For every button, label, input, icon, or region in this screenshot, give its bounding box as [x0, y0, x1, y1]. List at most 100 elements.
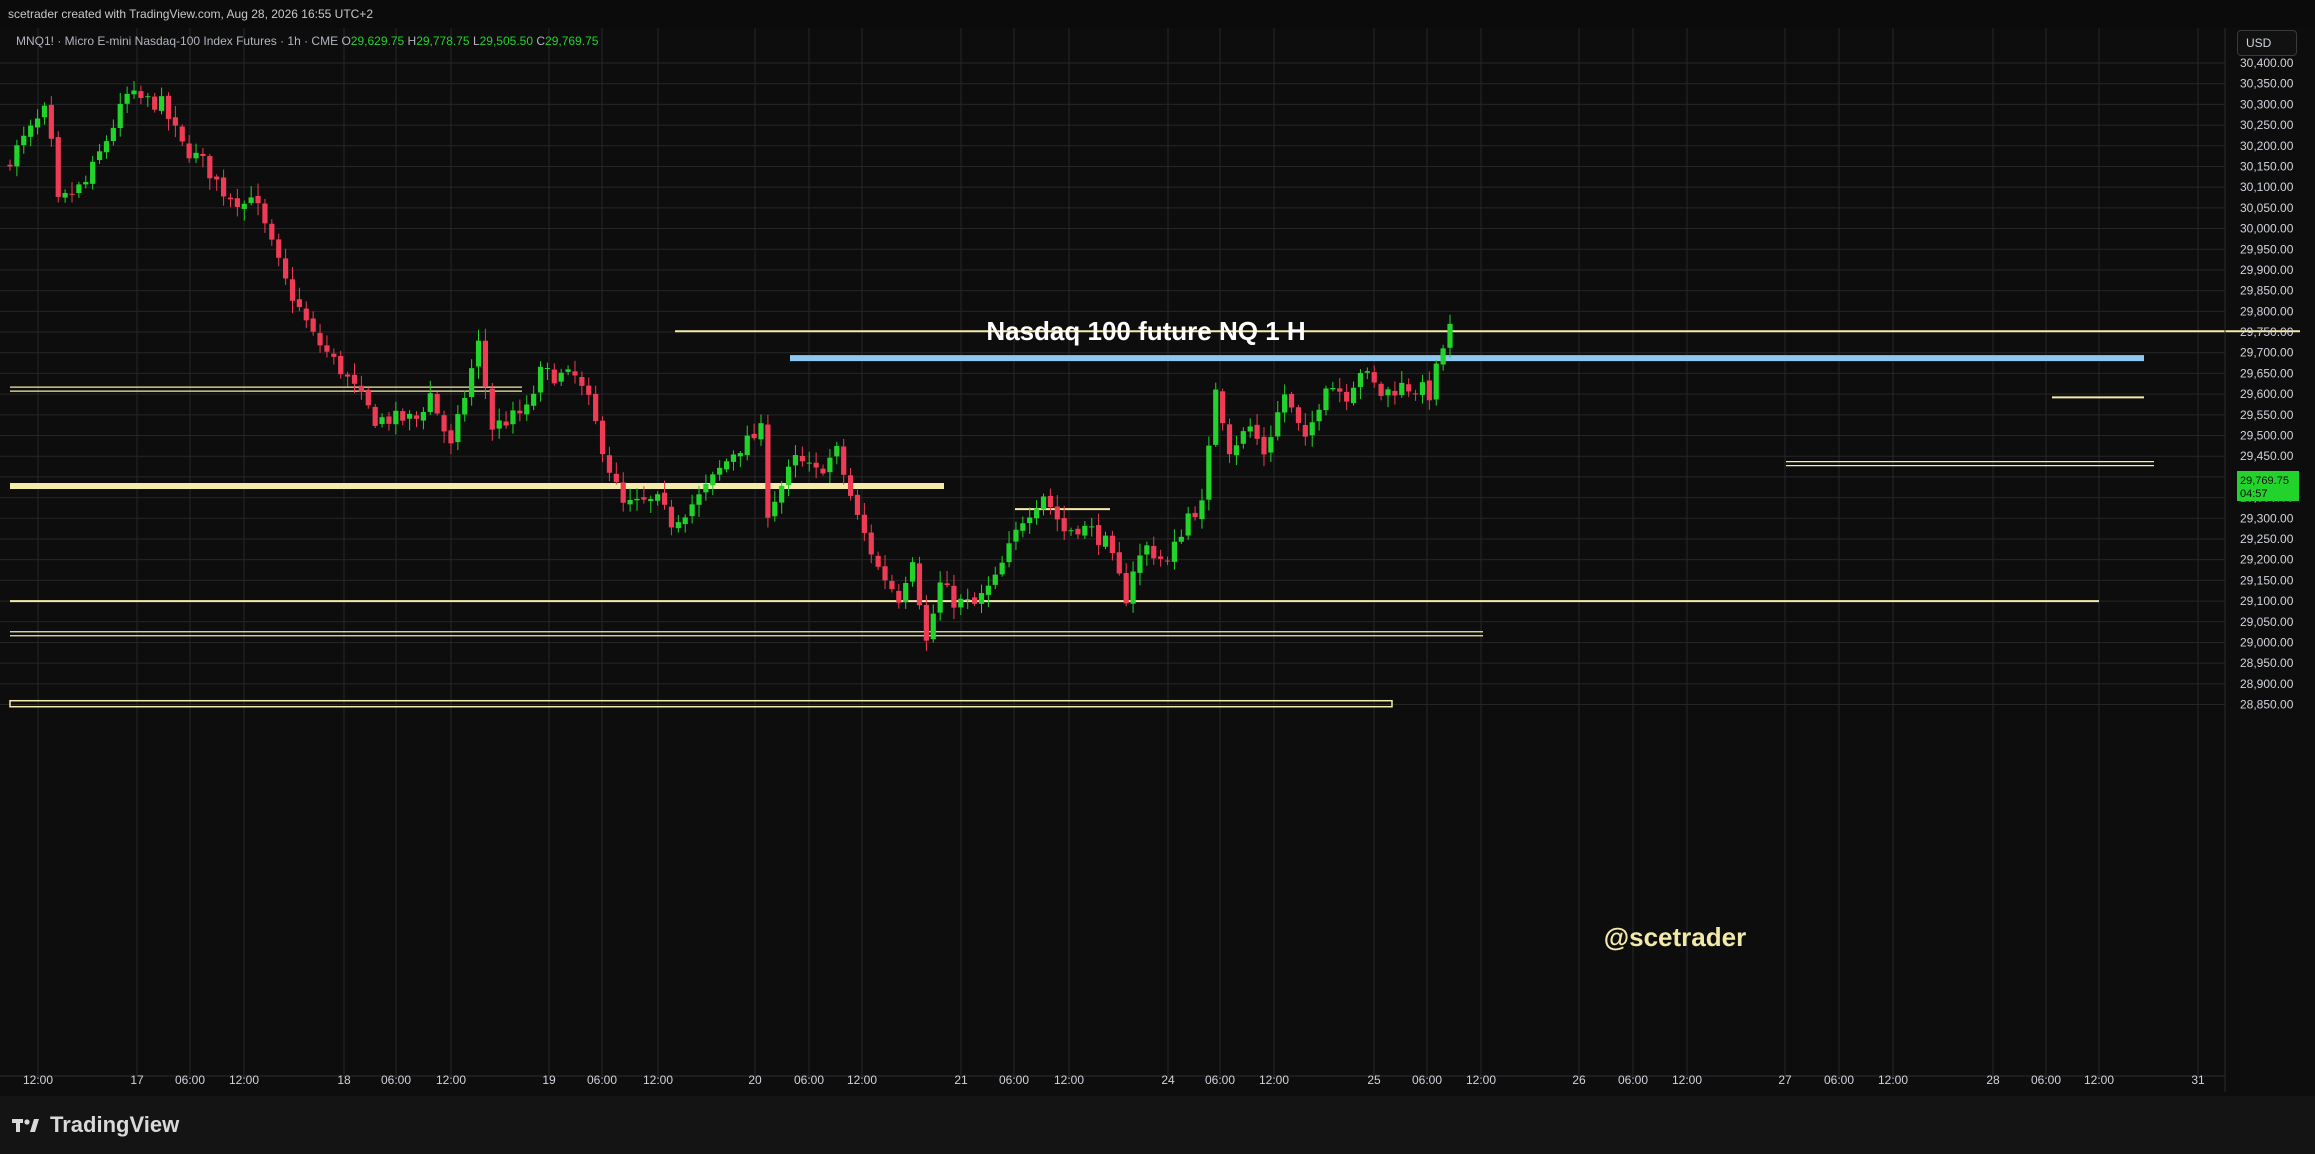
candle-body: [62, 192, 68, 198]
time-tick-label: 12:00: [1878, 1073, 1908, 1087]
candle-body: [1199, 500, 1205, 520]
price-tick-label: 29,200.00: [2240, 553, 2294, 567]
candle-body: [717, 467, 723, 475]
time-tick-label: 06:00: [2031, 1073, 2061, 1087]
candle-body: [1247, 426, 1253, 432]
price-tick-label: 29,850.00: [2240, 284, 2294, 298]
candle-body: [1006, 543, 1012, 563]
candle-body: [48, 104, 54, 139]
candle-body: [648, 498, 654, 502]
tradingview-logo[interactable]: TradingView: [12, 1112, 179, 1138]
candle-body: [172, 117, 178, 126]
candle-body: [1109, 535, 1115, 554]
candle-body: [923, 604, 929, 641]
candle-body: [124, 93, 130, 104]
candle-body: [641, 497, 647, 500]
candle-body: [152, 96, 158, 110]
candle-body: [83, 182, 89, 185]
candle-body: [1447, 323, 1453, 348]
candle-body: [613, 473, 619, 483]
candle-body: [372, 406, 378, 426]
candle-body: [386, 416, 392, 424]
time-tick-label: 12:00: [23, 1073, 53, 1087]
candle-body: [661, 492, 668, 505]
candle-body: [875, 555, 881, 567]
last-price-value: 29,769.75: [2240, 475, 2289, 487]
high-label: H: [407, 34, 417, 48]
candle-body: [379, 417, 385, 425]
candle-body: [131, 90, 137, 95]
price-tick-label: 29,300.00: [2240, 511, 2294, 525]
candle-body: [41, 105, 48, 118]
candle-body: [1302, 424, 1308, 437]
candle-body: [1295, 407, 1302, 423]
price-countdown: 04:57: [2240, 488, 2268, 500]
resistance-zone-line: [790, 355, 2144, 362]
candle-body: [200, 153, 206, 157]
price-tick-label: 29,000.00: [2240, 635, 2294, 649]
chart-title: Nasdaq 100 future NQ 1 H: [986, 316, 1305, 346]
candle-body: [1392, 390, 1398, 396]
candle-body: [517, 410, 523, 414]
time-tick-label: 12:00: [1259, 1073, 1289, 1087]
time-tick-label: 12:00: [229, 1073, 259, 1087]
price-tick-label: 29,250.00: [2240, 532, 2294, 546]
candle-body: [565, 369, 571, 372]
candle-body: [310, 318, 316, 332]
candle-body: [14, 145, 20, 167]
candle-body: [799, 455, 805, 462]
close-label: C: [536, 34, 546, 48]
low-label: L: [472, 34, 480, 48]
candle-body: [1337, 388, 1343, 392]
currency-button[interactable]: USD: [2237, 30, 2297, 56]
candle-body: [165, 95, 172, 119]
candle-body: [1261, 436, 1267, 455]
time-tick-label: 12:00: [1466, 1073, 1496, 1087]
candle-body: [393, 410, 399, 425]
tradingview-logo-icon: [12, 1119, 39, 1132]
candle-body: [448, 430, 454, 444]
candle-body: [338, 355, 344, 375]
candle-body: [441, 415, 447, 432]
candle-body: [365, 389, 371, 406]
candle-body: [482, 340, 489, 387]
watermark-annotation: @scetrader: [1604, 922, 1746, 952]
price-tick-label: 29,100.00: [2240, 594, 2294, 608]
candle-body: [1226, 424, 1233, 455]
candle-body: [634, 498, 640, 501]
candle-body: [937, 582, 943, 613]
candle: [916, 556, 923, 610]
candle-body: [1013, 529, 1019, 542]
candle-body: [455, 414, 461, 443]
day-tick-label: 26: [1572, 1073, 1586, 1087]
candle-body: [255, 195, 261, 204]
candle-body: [668, 506, 675, 528]
candle-body: [1309, 422, 1315, 436]
time-tick-label: 06:00: [1412, 1073, 1442, 1087]
symbol-legend[interactable]: MNQ1! · Micro E-mini Nasdaq-100 Index Fu…: [16, 34, 598, 48]
open-value: 29,629.75: [350, 34, 405, 48]
candle-body: [427, 393, 433, 413]
candle-body: [1426, 380, 1432, 401]
candle-body: [1399, 382, 1405, 396]
price-tick-label: 29,650.00: [2240, 366, 2294, 380]
candle-body: [765, 424, 771, 518]
candle-body: [1089, 526, 1095, 528]
candle-body: [1096, 525, 1102, 545]
candle-body: [978, 593, 985, 604]
price-chart[interactable]: 30,400.00 30,350.00 30,300.00 30,250.00 30,2…: [0, 0, 2315, 1096]
candle-body: [675, 522, 681, 529]
candle-body: [1040, 496, 1047, 510]
candle-body: [1220, 391, 1226, 424]
time-tick-label: 06:00: [1618, 1073, 1648, 1087]
candle-body: [110, 127, 116, 142]
price-tick-label: 29,900.00: [2240, 263, 2294, 277]
candle-body: [303, 308, 309, 321]
candle-body: [289, 279, 296, 301]
candle-body: [241, 203, 247, 209]
candle: [1213, 382, 1219, 447]
candle-body: [1034, 508, 1040, 519]
candle-body: [317, 333, 323, 346]
candle-body: [34, 118, 41, 128]
candle-body: [689, 504, 695, 517]
